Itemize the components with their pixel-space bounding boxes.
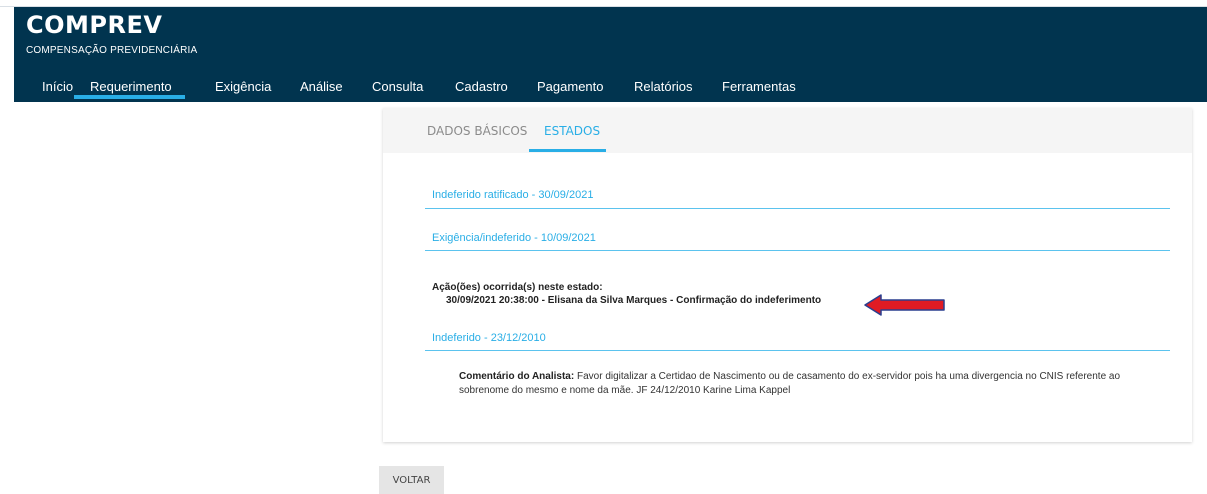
- nav-item-cadastro[interactable]: Cadastro: [455, 79, 508, 94]
- top-border: [0, 0, 1207, 7]
- nav-item-inicio[interactable]: Início: [42, 79, 73, 94]
- tab-bar: DADOS BÁSICOS ESTADOS: [383, 108, 1192, 153]
- details-card: DADOS BÁSICOS ESTADOS Indeferido ratific…: [383, 108, 1192, 442]
- nav-active-indicator: [74, 95, 185, 99]
- tab-active-indicator: [529, 149, 606, 152]
- state-title-indeferido[interactable]: Indeferido - 23/12/2010: [432, 332, 546, 344]
- state-title-exigencia-indeferido[interactable]: Exigência/indeferido - 10/09/2021: [432, 232, 596, 244]
- main-nav: Início Requerimento Exigência Análise Co…: [14, 75, 1207, 102]
- nav-item-requerimento[interactable]: Requerimento: [90, 79, 172, 94]
- nav-item-exigencia[interactable]: Exigência: [215, 79, 271, 94]
- state-divider: [425, 250, 1170, 251]
- app-header: COMPREV COMPENSAÇÃO PREVIDENCIÁRIA Iníci…: [14, 7, 1207, 102]
- actions-heading: Ação(ões) ocorrida(s) neste estado:: [432, 282, 603, 293]
- action-entry: 30/09/2021 20:38:00 - Elisana da Silva M…: [446, 295, 822, 306]
- nav-item-relatorios[interactable]: Relatórios: [634, 79, 693, 94]
- nav-item-analise[interactable]: Análise: [300, 79, 343, 94]
- red-left-arrow-icon: [864, 294, 945, 316]
- analyst-comment-label: Comentário do Analista:: [459, 371, 575, 382]
- analyst-comment: Comentário do Analista: Favor digitaliza…: [459, 370, 1164, 398]
- nav-item-consulta[interactable]: Consulta: [372, 79, 423, 94]
- app-subtitle: COMPENSAÇÃO PREVIDENCIÁRIA: [26, 45, 198, 56]
- back-button[interactable]: VOLTAR: [379, 466, 444, 494]
- app-title: COMPREV: [26, 11, 163, 39]
- tab-estados[interactable]: ESTADOS: [544, 124, 600, 138]
- state-divider: [425, 350, 1170, 351]
- nav-item-ferramentas[interactable]: Ferramentas: [722, 79, 796, 94]
- state-title-indeferido-ratificado[interactable]: Indeferido ratificado - 30/09/2021: [432, 189, 593, 201]
- nav-item-pagamento[interactable]: Pagamento: [537, 79, 604, 94]
- tab-dados-basicos[interactable]: DADOS BÁSICOS: [427, 124, 527, 138]
- state-divider: [425, 208, 1170, 209]
